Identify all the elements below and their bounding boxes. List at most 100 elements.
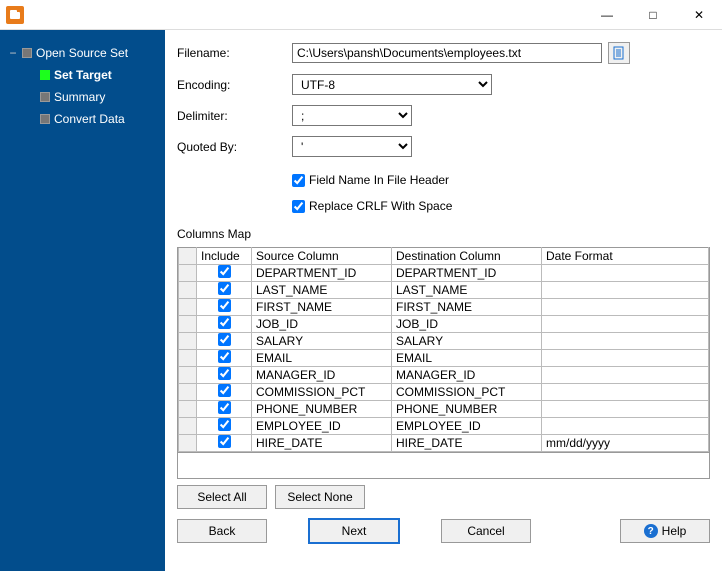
dateformat-cell[interactable] [542,316,709,333]
col-dateformat[interactable]: Date Format [542,248,709,265]
dateformat-cell[interactable] [542,282,709,299]
row-header[interactable] [179,282,197,299]
destination-cell[interactable]: LAST_NAME [392,282,542,299]
col-source[interactable]: Source Column [252,248,392,265]
row-header[interactable] [179,350,197,367]
encoding-select[interactable]: UTF-8 [292,74,492,95]
source-cell[interactable]: MANAGER_ID [252,367,392,384]
row-header[interactable] [179,299,197,316]
help-button[interactable]: ? Help [620,519,710,543]
row-header[interactable] [179,265,197,282]
replace-crlf-label[interactable]: Replace CRLF With Space [309,199,452,213]
include-checkbox[interactable] [218,282,231,295]
destination-cell[interactable]: MANAGER_ID [392,367,542,384]
back-button[interactable]: Back [177,519,267,543]
source-cell[interactable]: FIRST_NAME [252,299,392,316]
dateformat-cell[interactable] [542,418,709,435]
source-cell[interactable]: LAST_NAME [252,282,392,299]
source-cell[interactable]: EMAIL [252,350,392,367]
sidebar-item-step[interactable]: Convert Data [24,108,159,130]
cancel-button[interactable]: Cancel [441,519,531,543]
table-row[interactable]: COMMISSION_PCTCOMMISSION_PCT [179,384,709,401]
include-checkbox[interactable] [218,367,231,380]
row-header[interactable] [179,367,197,384]
table-row[interactable]: SALARYSALARY [179,333,709,350]
field-header-label[interactable]: Field Name In File Header [309,173,449,187]
include-checkbox[interactable] [218,350,231,363]
maximize-button[interactable]: □ [630,0,676,30]
step-box-icon [22,48,32,58]
include-checkbox[interactable] [218,384,231,397]
include-checkbox[interactable] [218,299,231,312]
include-checkbox[interactable] [218,265,231,278]
dateformat-cell[interactable] [542,350,709,367]
dateformat-cell[interactable]: mm/dd/yyyy [542,435,709,452]
sidebar-item-step[interactable]: Set Target [24,64,159,86]
columns-map-label: Columns Map [177,227,710,241]
table-row[interactable]: DEPARTMENT_IDDEPARTMENT_ID [179,265,709,282]
destination-cell[interactable]: HIRE_DATE [392,435,542,452]
table-row[interactable]: FIRST_NAMEFIRST_NAME [179,299,709,316]
include-checkbox[interactable] [218,418,231,431]
row-header[interactable] [179,333,197,350]
select-all-button[interactable]: Select All [177,485,267,509]
source-cell[interactable]: DEPARTMENT_ID [252,265,392,282]
dateformat-cell[interactable] [542,333,709,350]
table-row[interactable]: JOB_IDJOB_ID [179,316,709,333]
content-panel: Filename: Encoding: UTF-8 Delimiter: ; [165,30,722,571]
select-none-button[interactable]: Select None [275,485,365,509]
source-cell[interactable]: EMPLOYEE_ID [252,418,392,435]
quoted-by-select[interactable]: ' [292,136,412,157]
destination-cell[interactable]: DEPARTMENT_ID [392,265,542,282]
source-cell[interactable]: JOB_ID [252,316,392,333]
source-cell[interactable]: COMMISSION_PCT [252,384,392,401]
tree-collapse-icon[interactable]: − [8,46,18,60]
row-header[interactable] [179,384,197,401]
include-checkbox[interactable] [218,316,231,329]
sidebar-item-open-source-set[interactable]: − Open Source Set [6,42,159,64]
filename-input[interactable] [292,43,602,63]
dateformat-cell[interactable] [542,299,709,316]
dateformat-cell[interactable] [542,265,709,282]
dateformat-cell[interactable] [542,367,709,384]
table-row[interactable]: HIRE_DATEHIRE_DATEmm/dd/yyyy [179,435,709,452]
table-row[interactable]: EMPLOYEE_IDEMPLOYEE_ID [179,418,709,435]
source-cell[interactable]: SALARY [252,333,392,350]
filename-label: Filename: [177,46,292,60]
next-button[interactable]: Next [309,519,399,543]
close-button[interactable]: ✕ [676,0,722,30]
sidebar-item-step[interactable]: Summary [24,86,159,108]
row-header-blank [179,248,197,265]
minimize-button[interactable]: — [584,0,630,30]
replace-crlf-checkbox[interactable] [292,200,305,213]
include-checkbox[interactable] [218,333,231,346]
col-destination[interactable]: Destination Column [392,248,542,265]
col-include[interactable]: Include [197,248,252,265]
table-row[interactable]: LAST_NAMELAST_NAME [179,282,709,299]
row-header[interactable] [179,401,197,418]
table-row[interactable]: EMAILEMAIL [179,350,709,367]
table-row[interactable]: MANAGER_IDMANAGER_ID [179,367,709,384]
destination-cell[interactable]: PHONE_NUMBER [392,401,542,418]
include-checkbox[interactable] [218,435,231,448]
browse-file-button[interactable] [608,42,630,64]
titlebar: — □ ✕ [0,0,722,30]
source-cell[interactable]: HIRE_DATE [252,435,392,452]
row-header[interactable] [179,316,197,333]
field-header-checkbox[interactable] [292,174,305,187]
include-checkbox[interactable] [218,401,231,414]
destination-cell[interactable]: EMAIL [392,350,542,367]
destination-cell[interactable]: EMPLOYEE_ID [392,418,542,435]
destination-cell[interactable]: COMMISSION_PCT [392,384,542,401]
destination-cell[interactable]: SALARY [392,333,542,350]
row-header[interactable] [179,418,197,435]
source-cell[interactable]: PHONE_NUMBER [252,401,392,418]
dateformat-cell[interactable] [542,401,709,418]
delimiter-select[interactable]: ; [292,105,412,126]
destination-cell[interactable]: JOB_ID [392,316,542,333]
row-header[interactable] [179,435,197,452]
dateformat-cell[interactable] [542,384,709,401]
table-row[interactable]: PHONE_NUMBERPHONE_NUMBER [179,401,709,418]
wizard-sidebar: − Open Source Set Set TargetSummaryConve… [0,30,165,571]
destination-cell[interactable]: FIRST_NAME [392,299,542,316]
